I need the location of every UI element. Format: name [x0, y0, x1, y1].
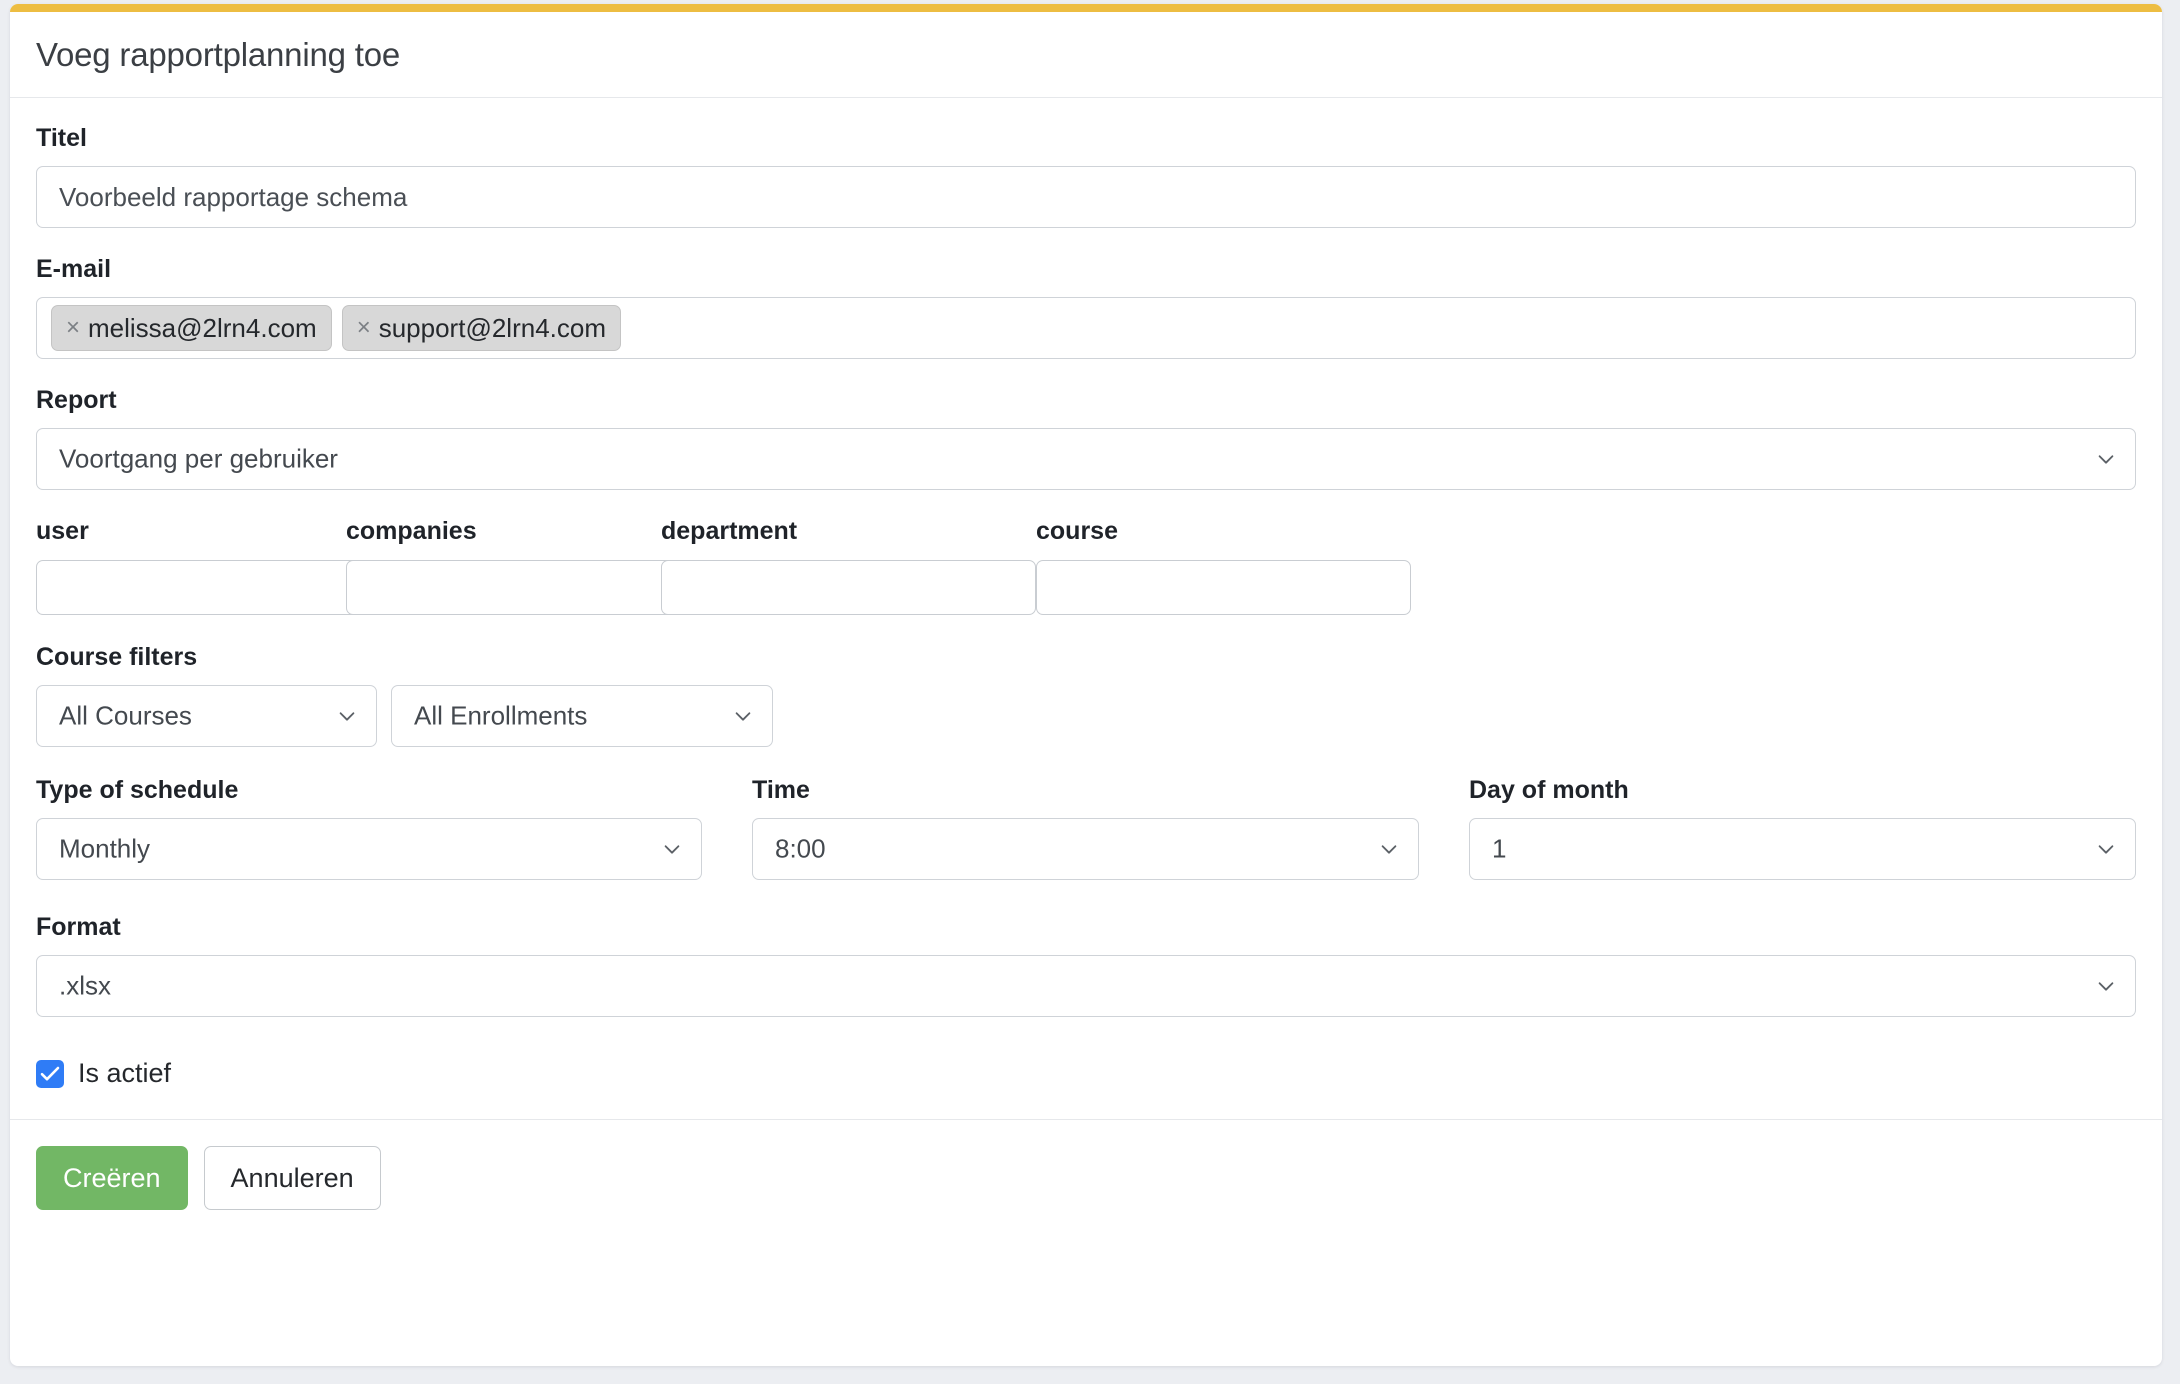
chevron-down-icon: [2098, 982, 2114, 991]
page-root: Voeg rapportplanning toe Titel E-mail × …: [0, 0, 2180, 1384]
report-label: Report: [36, 386, 117, 414]
format-select[interactable]: .xlsx: [36, 955, 2136, 1017]
format-select-value: .xlsx: [59, 970, 111, 1001]
department-input[interactable]: [661, 560, 1036, 615]
user-label: user: [36, 517, 89, 545]
course-filters-row: All Courses All Enrollments: [36, 685, 2136, 747]
filter-col-user: user: [36, 517, 409, 615]
chevron-down-icon: [2098, 455, 2114, 464]
schedule-type-group: Type of schedule Monthly: [36, 776, 752, 885]
all-courses-select[interactable]: All Courses: [36, 685, 377, 747]
close-icon[interactable]: ×: [357, 316, 371, 340]
department-label: department: [661, 517, 798, 545]
chevron-down-icon: [2098, 845, 2114, 854]
report-select-value: Voortgang per gebruiker: [59, 443, 338, 474]
schedule-day-group: Day of month 1: [1469, 776, 2136, 885]
accent-bar: [10, 4, 2162, 12]
all-courses-select-value: All Courses: [59, 700, 192, 731]
cancel-button[interactable]: Annuleren: [203, 1146, 381, 1210]
schedule-type-select[interactable]: Monthly: [36, 818, 702, 880]
course-filters-label: Course filters: [36, 643, 198, 671]
report-select[interactable]: Voortgang per gebruiker: [36, 428, 2136, 490]
schedule-row: Type of schedule Monthly Time 8:00 Day o…: [36, 776, 2136, 885]
dialog-header: Voeg rapportplanning toe: [10, 12, 2162, 98]
filter-col-course: course: [1036, 517, 1411, 615]
create-button[interactable]: Creëren: [36, 1146, 188, 1210]
email-field-group: E-mail × melissa@2lrn4.com × support@2lr…: [36, 255, 2136, 359]
all-enrollments-select-value: All Enrollments: [414, 700, 588, 731]
is-active-checkbox[interactable]: [36, 1059, 64, 1088]
email-tag[interactable]: × melissa@2lrn4.com: [51, 305, 332, 351]
entity-filter-row: user companies department course: [36, 517, 2136, 615]
email-tag[interactable]: × support@2lrn4.com: [341, 305, 621, 351]
email-tag-label: melissa@2lrn4.com: [88, 312, 317, 343]
schedule-day-label: Day of month: [1469, 776, 1629, 804]
filter-col-department: department: [661, 517, 1036, 615]
schedule-time-label: Time: [752, 776, 810, 804]
chevron-down-icon: [664, 845, 680, 854]
close-icon[interactable]: ×: [66, 316, 80, 340]
format-field-group: Format .xlsx: [36, 913, 2136, 1017]
format-label: Format: [36, 913, 121, 941]
course-label: course: [1036, 517, 1118, 545]
email-tag-input[interactable]: × melissa@2lrn4.com × support@2lrn4.com: [36, 297, 2136, 359]
dialog-footer: Creëren Annuleren: [10, 1119, 2162, 1236]
companies-label: companies: [346, 517, 477, 545]
schedule-type-select-value: Monthly: [59, 833, 151, 864]
schedule-day-select[interactable]: 1: [1469, 818, 2136, 880]
course-input[interactable]: [1036, 560, 1411, 615]
is-active-label: Is actief: [78, 1058, 172, 1088]
all-enrollments-select[interactable]: All Enrollments: [391, 685, 773, 747]
email-tag-label: support@2lrn4.com: [378, 312, 606, 343]
schedule-time-select-value: 8:00: [775, 833, 826, 864]
chevron-down-icon: [735, 712, 751, 721]
page-title: Voeg rapportplanning toe: [36, 35, 401, 73]
schedule-time-select[interactable]: 8:00: [752, 818, 1419, 880]
title-input[interactable]: [36, 166, 2136, 228]
title-label: Titel: [36, 124, 87, 152]
email-label: E-mail: [36, 255, 112, 283]
filter-col-companies: companies: [346, 517, 721, 615]
is-active-row: Is actief: [36, 1044, 2136, 1089]
check-icon: [40, 1066, 60, 1080]
schedule-type-label: Type of schedule: [36, 776, 239, 804]
title-field-group: Titel: [36, 124, 2136, 228]
report-schedule-dialog: Voeg rapportplanning toe Titel E-mail × …: [10, 4, 2162, 1366]
schedule-time-group: Time 8:00: [752, 776, 1469, 885]
chevron-down-icon: [1381, 845, 1397, 854]
report-field-group: Report Voortgang per gebruiker: [36, 386, 2136, 490]
schedule-day-select-value: 1: [1492, 833, 1507, 864]
chevron-down-icon: [339, 712, 355, 721]
dialog-body: Titel E-mail × melissa@2lrn4.com × suppo…: [10, 98, 2162, 1089]
course-filters-group: Course filters All Courses All Enrollmen…: [36, 643, 2136, 747]
